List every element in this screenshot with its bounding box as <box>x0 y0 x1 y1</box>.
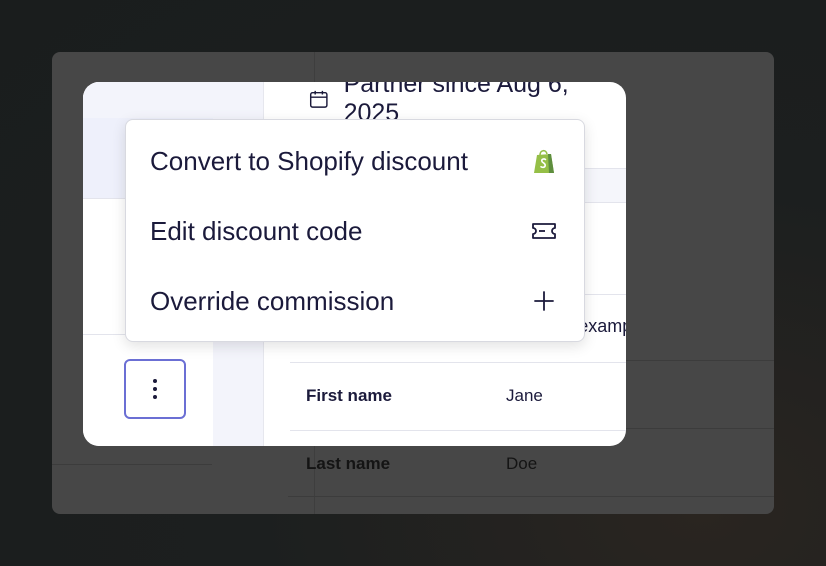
last-name-label: Last name <box>306 454 391 473</box>
actions-menu: Convert to Shopify discount Edit discoun… <box>125 119 585 342</box>
calendar-icon <box>309 90 328 108</box>
menu-item-override-commission[interactable]: Override commission <box>126 266 584 336</box>
menu-item-label: Edit discount code <box>150 215 363 246</box>
first-name-label: First name <box>306 386 392 405</box>
table-row: Last name Doe <box>306 449 537 479</box>
last-name-value: Doe <box>506 454 538 473</box>
more-actions-button[interactable] <box>124 359 186 419</box>
table-row: First name Jane <box>306 381 543 411</box>
shopify-bag-icon <box>530 147 558 175</box>
ticket-icon <box>530 217 558 245</box>
kebab-icon <box>153 379 157 399</box>
menu-item-edit-discount-code[interactable]: Edit discount code <box>126 196 584 266</box>
menu-item-convert-to-shopify-discount[interactable]: Convert to Shopify discount <box>126 126 584 196</box>
menu-item-label: Convert to Shopify discount <box>150 145 468 176</box>
first-name-value: Jane <box>506 386 543 405</box>
left-header-block <box>83 82 213 118</box>
menu-item-label: Override commission <box>150 285 395 316</box>
details-row-divider <box>290 362 626 363</box>
details-row-divider <box>290 430 626 431</box>
background-left-divider <box>52 464 212 465</box>
background-row-divider <box>288 496 774 497</box>
plus-icon <box>530 287 558 315</box>
partner-since-header: Partner since Aug 6, 2025 <box>308 82 626 127</box>
